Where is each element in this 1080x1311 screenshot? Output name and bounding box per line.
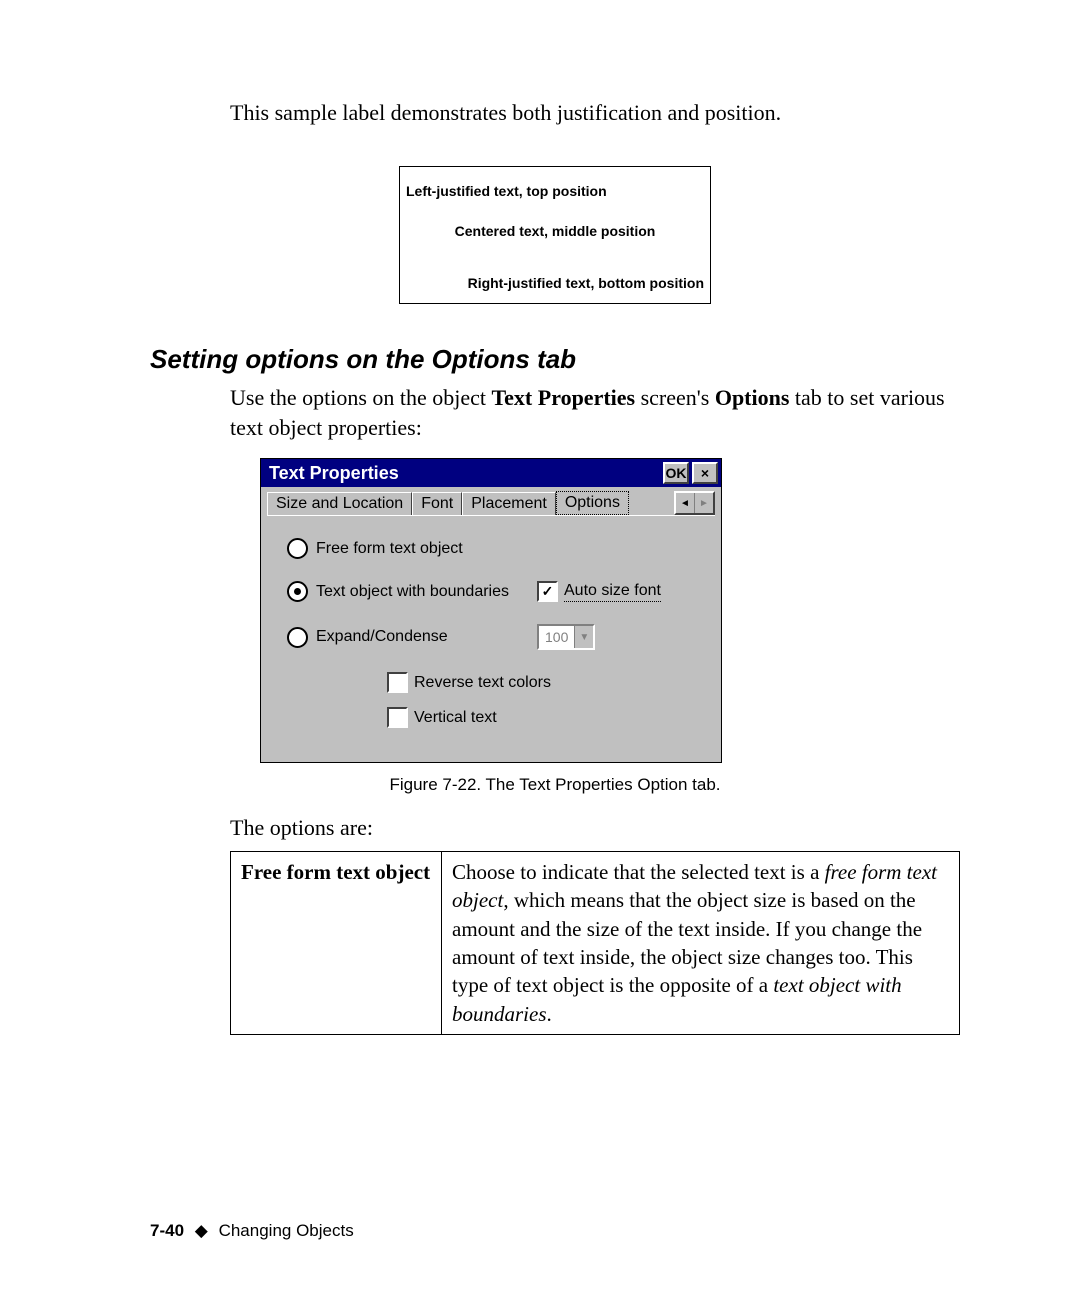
radio-with-boundaries[interactable] — [287, 581, 308, 602]
table-row: Free form text object Choose to indicate… — [231, 852, 960, 1035]
text-properties-dialog: Text Properties OK × Size and Location F… — [260, 458, 722, 763]
sample-center: Centered text, middle position — [400, 223, 710, 239]
label-expand-condense: Expand/Condense — [316, 628, 448, 646]
desc-post: . — [547, 1002, 552, 1026]
intro-text: This sample label demonstrates both just… — [230, 100, 960, 126]
desc-pre: Choose to indicate that the selected tex… — [452, 860, 825, 884]
tab-placement[interactable]: Placement — [462, 492, 556, 515]
dialog-titlebar: Text Properties OK × — [261, 459, 721, 487]
sample-label-box: Left-justified text, top position Center… — [399, 166, 711, 304]
ok-button[interactable]: OK — [663, 462, 689, 484]
checkbox-auto-size-font[interactable]: ✓ — [537, 581, 558, 602]
label-reverse-colors: Reverse text colors — [414, 674, 551, 692]
tab-scroll-right-icon[interactable]: ► — [695, 493, 713, 513]
option-description: Choose to indicate that the selected tex… — [442, 852, 960, 1035]
section-body-b1: Text Properties — [492, 385, 636, 410]
radio-expand-condense[interactable] — [287, 627, 308, 648]
options-intro: The options are: — [230, 813, 960, 843]
section-body-b2: Options — [715, 385, 790, 410]
options-panel: Free form text object Text object with b… — [267, 515, 715, 754]
tab-size-and-location[interactable]: Size and Location — [267, 492, 412, 515]
chevron-down-icon[interactable]: ▼ — [574, 626, 593, 648]
sample-right: Right-justified text, bottom position — [400, 275, 710, 291]
checkbox-reverse-colors[interactable] — [387, 672, 408, 693]
checkbox-vertical-text[interactable] — [387, 707, 408, 728]
section-body-mid: screen's — [635, 385, 715, 410]
option-term: Free form text object — [231, 852, 442, 1035]
tab-options[interactable]: Options — [556, 491, 629, 515]
diamond-icon: ◆ — [195, 1221, 208, 1240]
expand-condense-value: 100 — [539, 629, 574, 645]
label-free-form: Free form text object — [316, 540, 463, 558]
label-with-boundaries: Text object with boundaries — [316, 583, 509, 601]
section-body: Use the options on the object Text Prope… — [230, 383, 960, 442]
section-body-pre: Use the options on the object — [230, 385, 492, 410]
section-heading: Setting options on the Options tab — [150, 344, 960, 375]
options-table: Free form text object Choose to indicate… — [230, 851, 960, 1035]
dialog-title: Text Properties — [269, 463, 399, 484]
page-number: 7-40 — [150, 1221, 184, 1240]
page-footer: 7-40 ◆ Changing Objects — [150, 1221, 354, 1241]
label-vertical-text: Vertical text — [414, 709, 497, 727]
expand-condense-combo[interactable]: 100 ▼ — [537, 624, 595, 650]
tab-strip: Size and Location Font Placement Options… — [261, 487, 721, 515]
tab-font[interactable]: Font — [412, 492, 462, 515]
chapter-title: Changing Objects — [219, 1221, 354, 1240]
close-button[interactable]: × — [692, 462, 718, 484]
radio-free-form[interactable] — [287, 538, 308, 559]
tab-scroll: ◄ ► — [674, 491, 715, 515]
tab-scroll-left-icon[interactable]: ◄ — [676, 493, 694, 513]
label-auto-size-font: Auto size font — [564, 582, 661, 602]
figure-caption: Figure 7-22. The Text Properties Option … — [150, 775, 960, 795]
sample-left: Left-justified text, top position — [400, 183, 710, 199]
